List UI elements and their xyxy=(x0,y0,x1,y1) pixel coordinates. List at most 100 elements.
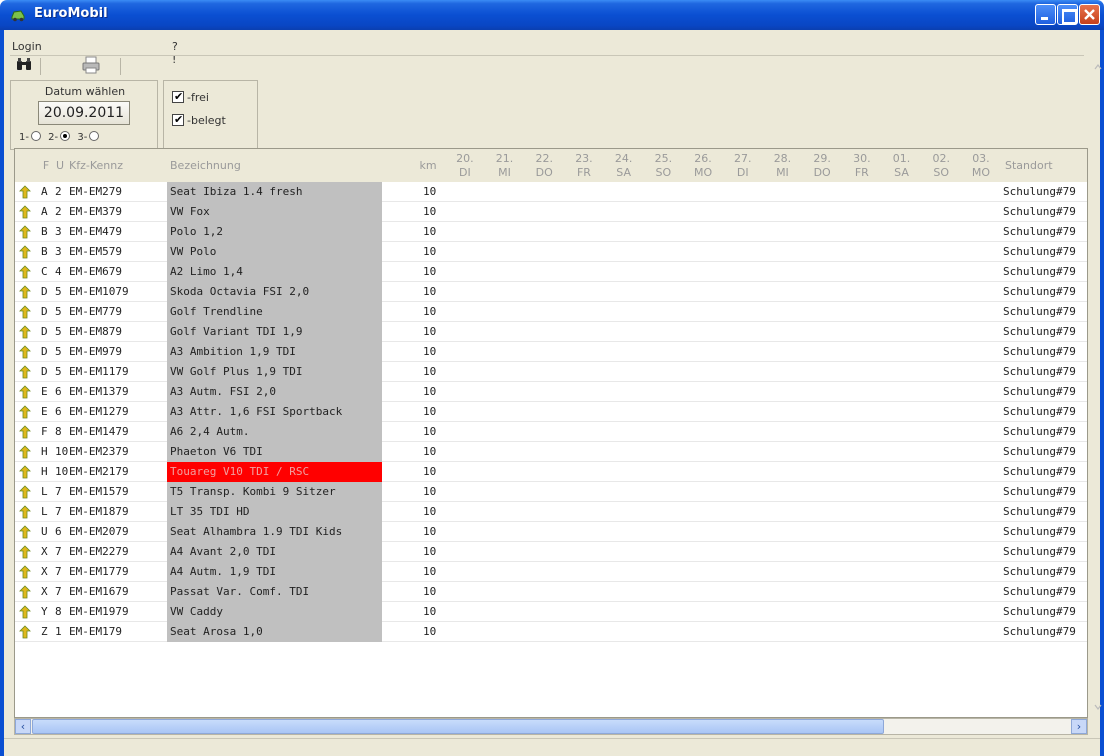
day-header[interactable]: 01. SA xyxy=(882,152,922,185)
vehicle-status-icon[interactable] xyxy=(19,585,31,599)
table-row[interactable]: X 7 EM-EM1779 A4 Autm. 1,9 TDI 10 Schulung#79 xyxy=(15,562,1087,582)
day-header[interactable]: 25. SO xyxy=(644,152,684,185)
cell-km: 10 xyxy=(423,345,437,358)
filter-belegt[interactable]: -belegt xyxy=(172,113,226,127)
table-row[interactable]: F 8 EM-EM1479 A6 2,4 Autm. 10 Schulung#79 xyxy=(15,422,1087,442)
scroll-thumb[interactable] xyxy=(32,719,884,734)
cell-standort: Schulung#79 xyxy=(1003,285,1076,298)
scroll-left-button[interactable]: ‹ xyxy=(15,719,31,734)
vehicle-status-icon[interactable] xyxy=(19,185,31,199)
filter-frei[interactable]: -frei xyxy=(172,90,209,104)
day-header[interactable]: 30. FR xyxy=(842,152,882,185)
table-row[interactable]: E 6 EM-EM1279 A3 Attr. 1,6 FSI Sportback 10 S… xyxy=(15,402,1087,422)
day-header[interactable]: 20. DI xyxy=(445,152,485,185)
header-kfz[interactable]: Kfz-Kennz xyxy=(69,149,161,182)
day-header[interactable]: 27. DI xyxy=(723,152,763,185)
day-header[interactable]: 28. MI xyxy=(763,152,803,185)
table-row[interactable]: D 5 EM-EM1079 Skoda Octavia FSI 2,0 10 Schulu… xyxy=(15,282,1087,302)
cell-kfz: EM-EM2179 xyxy=(69,465,129,478)
table-row[interactable]: H 10 EM-EM2379 Phaeton V6 TDI 10 Schulung#79 xyxy=(15,442,1087,462)
vehicle-status-icon[interactable] xyxy=(19,365,31,379)
table-row[interactable]: A 2 EM-EM279 Seat Ibiza 1.4 fresh 10 Schulung… xyxy=(15,182,1087,202)
vehicle-status-icon[interactable] xyxy=(19,285,31,299)
vehicle-status-icon[interactable] xyxy=(19,625,31,639)
header-standort[interactable]: Standort xyxy=(1005,149,1075,182)
vertical-scrollbar[interactable] xyxy=(1092,58,1104,718)
radio-view-1[interactable] xyxy=(30,131,41,141)
table-row[interactable]: L 7 EM-EM1579 T5 Transp. Kombi 9 Sitzer 10 Sc… xyxy=(15,482,1087,502)
table-row[interactable]: D 5 EM-EM879 Golf Variant TDI 1,9 10 Schulung… xyxy=(15,322,1087,342)
vehicle-status-icon[interactable] xyxy=(19,605,31,619)
radio-view-3[interactable] xyxy=(89,131,100,141)
table-row[interactable]: Z 1 EM-EM179 Seat Arosa 1,0 10 Schulung#79 xyxy=(15,622,1087,642)
close-button[interactable] xyxy=(1079,4,1100,25)
checkbox-frei[interactable] xyxy=(172,90,184,103)
table-row[interactable]: Y 8 EM-EM1979 VW Caddy 10 Schulung#79 xyxy=(15,602,1087,622)
day-header[interactable]: 29. DO xyxy=(802,152,842,185)
cell-u: 3 xyxy=(55,245,62,258)
table-row[interactable]: X 7 EM-EM1679 Passat Var. Comf. TDI 10 Schulu… xyxy=(15,582,1087,602)
cell-standort: Schulung#79 xyxy=(1003,245,1076,258)
vehicle-status-icon[interactable] xyxy=(19,325,31,339)
cell-kfz: EM-EM479 xyxy=(69,225,122,238)
vehicle-status-icon[interactable] xyxy=(19,525,31,539)
vehicle-status-icon[interactable] xyxy=(19,385,31,399)
table-row[interactable]: C 4 EM-EM679 A2 Limo 1,4 10 Schulung#79 xyxy=(15,262,1087,282)
table-row[interactable]: A 2 EM-EM379 VW Fox 10 Schulung#79 xyxy=(15,202,1087,222)
vehicle-status-icon[interactable] xyxy=(19,425,31,439)
vehicle-status-icon[interactable] xyxy=(19,465,31,479)
vehicle-status-icon[interactable] xyxy=(19,305,31,319)
day-header[interactable]: 23. FR xyxy=(564,152,604,185)
table-row[interactable]: B 3 EM-EM479 Polo 1,2 10 Schulung#79 xyxy=(15,222,1087,242)
table-row[interactable]: B 3 EM-EM579 VW Polo 10 Schulung#79 xyxy=(15,242,1087,262)
menu-login[interactable]: Login xyxy=(12,40,42,53)
binoculars-icon[interactable] xyxy=(16,57,32,71)
vehicle-status-icon[interactable] xyxy=(19,485,31,499)
day-number: 03. xyxy=(972,152,990,165)
table-row[interactable]: X 7 EM-EM2279 A4 Avant 2,0 TDI 10 Schulung#79 xyxy=(15,542,1087,562)
header-u[interactable]: U xyxy=(53,149,67,182)
day-header[interactable]: 03. MO xyxy=(961,152,1001,185)
date-picker-button[interactable]: 20.09.2011 xyxy=(38,101,130,125)
radio-view-2[interactable] xyxy=(60,131,71,141)
printer-icon[interactable] xyxy=(82,56,100,74)
header-bezeichnung[interactable]: Bezeichnung xyxy=(170,149,370,182)
table-row[interactable]: L 7 EM-EM1879 LT 35 TDI HD 10 Schulung#79 xyxy=(15,502,1087,522)
table-row[interactable]: H 10 EM-EM2179 Touareg V10 TDI / RSC 10 Schul… xyxy=(15,462,1087,482)
scroll-right-button[interactable]: › xyxy=(1071,719,1087,734)
table-row[interactable]: U 6 EM-EM2079 Seat Alhambra 1.9 TDI Kids 10 S… xyxy=(15,522,1087,542)
date-panel: Datum wählen 20.09.2011 1- 2- 3- xyxy=(10,80,158,150)
day-header[interactable]: 22. DO xyxy=(524,152,564,185)
table-row[interactable]: D 5 EM-EM979 A3 Ambition 1,9 TDI 10 Schulung#… xyxy=(15,342,1087,362)
vehicle-status-icon[interactable] xyxy=(19,345,31,359)
vehicle-status-icon[interactable] xyxy=(19,545,31,559)
vehicle-status-icon[interactable] xyxy=(19,205,31,219)
maximize-button[interactable] xyxy=(1057,4,1078,25)
header-f[interactable]: F xyxy=(39,149,53,182)
title-bar[interactable]: EuroMobil xyxy=(0,0,1104,30)
cell-u: 7 xyxy=(55,505,62,518)
minimize-button[interactable] xyxy=(1035,4,1056,25)
vehicle-grid[interactable]: F U Kfz-Kennz Bezeichnung km 20. DI 21. MI 2… xyxy=(14,148,1088,718)
vehicle-status-icon[interactable] xyxy=(19,245,31,259)
cell-u: 5 xyxy=(55,345,62,358)
vehicle-status-icon[interactable] xyxy=(19,225,31,239)
cell-km: 10 xyxy=(423,625,437,638)
table-row[interactable]: D 5 EM-EM1179 VW Golf Plus 1,9 TDI 10 Schulun… xyxy=(15,362,1087,382)
horizontal-scrollbar[interactable]: ‹ › xyxy=(14,718,1088,735)
vehicle-status-icon[interactable] xyxy=(19,505,31,519)
table-row[interactable]: D 5 EM-EM779 Golf Trendline 10 Schulung#79 xyxy=(15,302,1087,322)
day-header[interactable]: 02. SO xyxy=(921,152,961,185)
cell-kfz: EM-EM1079 xyxy=(69,285,129,298)
day-header[interactable]: 21. MI xyxy=(485,152,525,185)
cell-bezeichnung: A2 Limo 1,4 xyxy=(167,262,382,282)
vehicle-status-icon[interactable] xyxy=(19,405,31,419)
vehicle-status-icon[interactable] xyxy=(19,265,31,279)
day-header[interactable]: 24. SA xyxy=(604,152,644,185)
header-km[interactable]: km xyxy=(413,149,443,182)
day-header[interactable]: 26. MO xyxy=(683,152,723,185)
checkbox-belegt[interactable] xyxy=(172,113,184,126)
table-row[interactable]: E 6 EM-EM1379 A3 Autm. FSI 2,0 10 Schulung#79 xyxy=(15,382,1087,402)
vehicle-status-icon[interactable] xyxy=(19,445,31,459)
vehicle-status-icon[interactable] xyxy=(19,565,31,579)
